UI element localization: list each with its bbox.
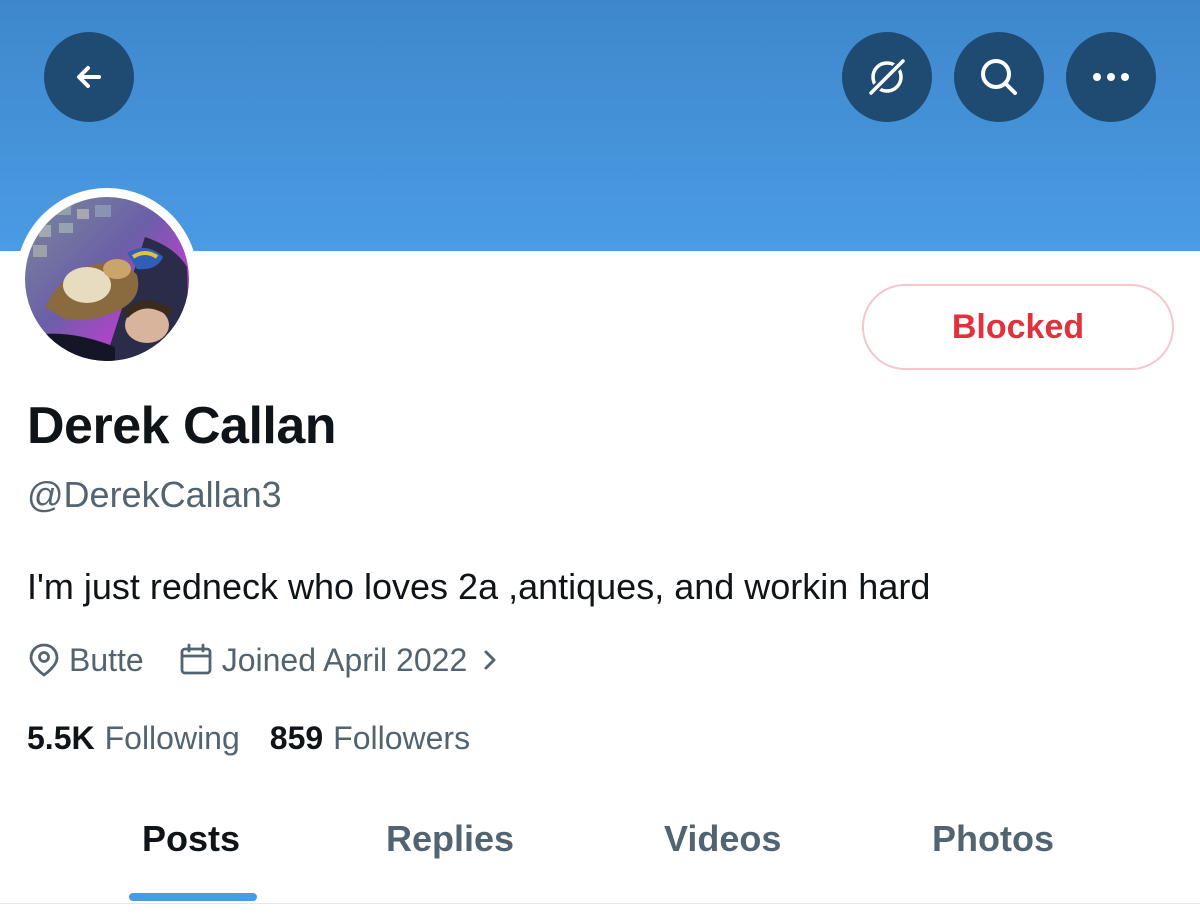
avatar[interactable] xyxy=(25,197,189,361)
display-name: Derek Callan xyxy=(27,397,337,455)
following-stat[interactable]: 5.5K Following xyxy=(27,720,240,757)
location-text: Butte xyxy=(69,641,144,678)
back-button[interactable] xyxy=(44,32,134,122)
tab-videos[interactable]: Videos xyxy=(664,818,781,860)
followers-label: Followers xyxy=(333,720,471,756)
tab-replies[interactable]: Replies xyxy=(386,818,514,860)
profile-meta: Butte Joined April 2022 xyxy=(27,638,513,682)
profile-bio: I'm just redneck who loves 2a ,antiques,… xyxy=(27,566,931,607)
following-count: 5.5K xyxy=(27,720,95,756)
location-pin-icon xyxy=(29,643,59,677)
followers-stat[interactable]: 859 Followers xyxy=(270,720,470,757)
grok-icon xyxy=(867,57,907,97)
search-icon xyxy=(981,59,1017,95)
profile-stats: 5.5K Following 859 Followers xyxy=(27,720,500,757)
user-handle: @DerekCallan3 xyxy=(27,474,282,515)
profile-tabs: Posts Replies Videos Photos xyxy=(0,800,1200,902)
active-tab-indicator xyxy=(129,893,257,901)
calendar-icon xyxy=(180,643,212,675)
more-horizontal-icon xyxy=(1093,73,1129,81)
joined-date[interactable]: Joined April 2022 xyxy=(222,642,468,679)
grok-button[interactable] xyxy=(842,32,932,122)
chevron-right-icon[interactable] xyxy=(475,645,505,675)
tab-posts[interactable]: Posts xyxy=(142,818,240,860)
arrow-left-icon xyxy=(77,66,101,88)
followers-count: 859 xyxy=(269,720,324,756)
blocked-button[interactable]: Blocked xyxy=(862,284,1174,370)
search-button[interactable] xyxy=(954,32,1044,122)
tabs-divider xyxy=(0,903,1200,904)
tab-photos[interactable]: Photos xyxy=(932,818,1054,860)
following-label: Following xyxy=(104,720,240,756)
more-button[interactable] xyxy=(1066,32,1156,122)
